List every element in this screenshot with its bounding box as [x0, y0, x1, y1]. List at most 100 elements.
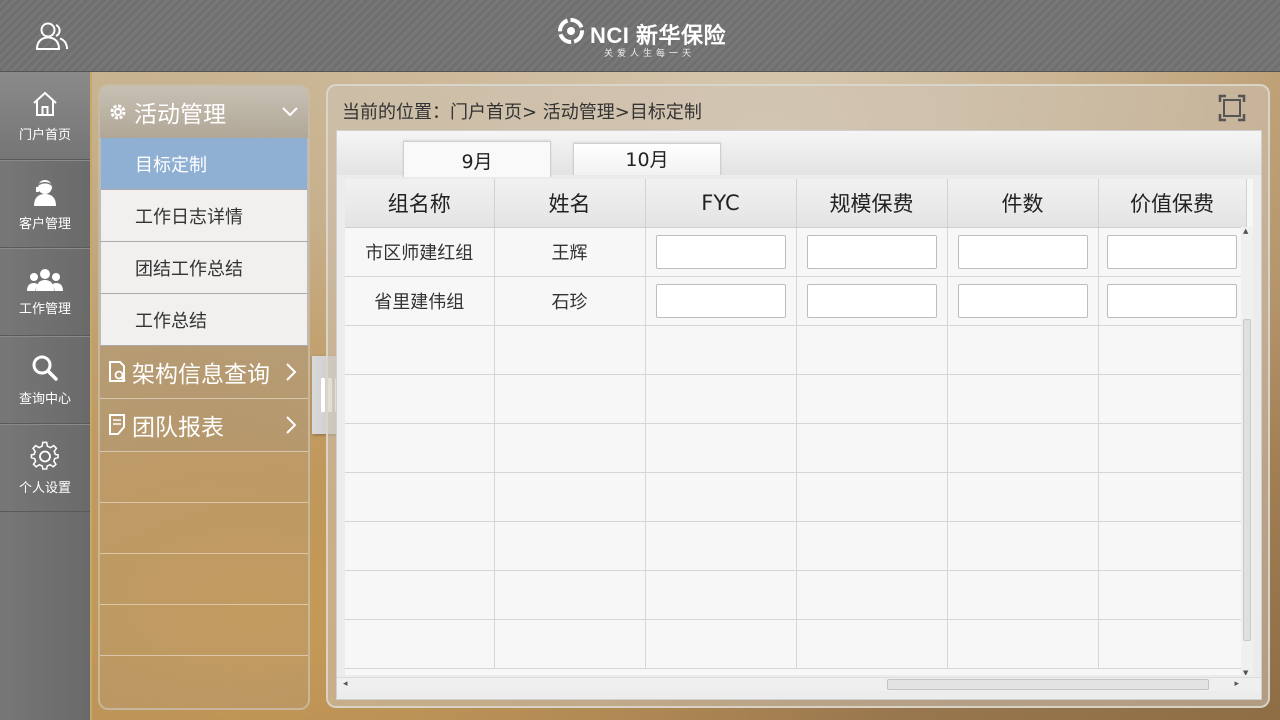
menu-section-team-report[interactable]: 团队报表	[100, 399, 308, 452]
scale-premium-cell	[796, 227, 948, 277]
person-name-cell: 石珍	[494, 276, 646, 326]
horizontal-scroll-thumb[interactable]	[887, 679, 1209, 690]
group-name-cell: 市区师建红组	[345, 227, 495, 277]
table-header-row: 组名称 姓名 FYC 规模保费 件数 价值保费	[345, 179, 1247, 228]
nav-label: 个人设置	[18, 480, 71, 496]
empty-cell	[345, 423, 495, 473]
fyc-cell	[645, 227, 797, 277]
empty-row	[345, 374, 1247, 424]
submenu-item-summary[interactable]: 工作总结	[100, 294, 308, 346]
scroll-up-arrow-icon[interactable]: ▲	[1243, 227, 1248, 235]
empty-cell	[645, 521, 797, 571]
company-logo: NCI 新华保险 关爱人生每一天	[556, 14, 736, 60]
empty-cell	[494, 423, 646, 473]
submenu-item-team-summary[interactable]: 团结工作总结	[100, 242, 308, 294]
scroll-right-arrow-icon[interactable]: ▸	[1234, 679, 1239, 689]
document-search-icon	[109, 361, 126, 382]
chevron-down-icon	[282, 107, 298, 117]
horizontal-scrollbar[interactable]: ◂ ▸	[337, 677, 1261, 691]
fyc-input[interactable]	[655, 234, 786, 269]
empty-cell	[1098, 374, 1247, 424]
empty-cell	[645, 570, 797, 620]
empty-cell	[796, 521, 948, 571]
logo-slogan: 关爱人生每一天	[604, 49, 696, 59]
logo-mark-icon	[558, 18, 584, 44]
empty-cell	[645, 619, 797, 669]
content-area: 9月 10月 组名称 姓名 FYC 规模保费 件数 价值保费 市区师建红组 王辉…	[336, 130, 1262, 700]
nav-item-customer[interactable]: 客户管理	[0, 160, 90, 248]
empty-cell	[947, 521, 1099, 571]
empty-cell	[796, 570, 948, 620]
search-icon	[32, 355, 58, 381]
count-input[interactable]	[957, 283, 1088, 318]
empty-row	[345, 472, 1247, 522]
empty-cell	[645, 472, 797, 522]
value-premium-cell	[1098, 276, 1247, 326]
empty-cell	[947, 619, 1099, 669]
menu-section-label: 架构信息查询	[132, 362, 270, 388]
empty-cell	[345, 325, 495, 375]
empty-cell	[1098, 521, 1247, 571]
value-premium-input[interactable]	[1107, 234, 1237, 269]
home-icon	[33, 91, 57, 116]
nav-item-settings[interactable]: 个人设置	[0, 424, 90, 512]
vertical-scroll-thumb[interactable]	[1243, 319, 1251, 641]
empty-cell	[494, 472, 646, 522]
empty-cell	[345, 374, 495, 424]
empty-cell	[494, 325, 646, 375]
empty-cell	[1098, 619, 1247, 669]
user-profile-button[interactable]	[30, 18, 74, 54]
empty-row	[345, 521, 1247, 571]
group-name-cell: 省里建伟组	[345, 276, 495, 326]
nav-label: 工作管理	[18, 301, 71, 317]
column-header: 姓名	[494, 179, 646, 228]
menu-section-org-query[interactable]: 架构信息查询	[100, 346, 308, 399]
column-header: 组名称	[345, 179, 495, 228]
submenu-item-target[interactable]: 目标定制	[100, 138, 308, 190]
nav-item-home[interactable]: 门户首页	[0, 72, 90, 160]
team-icon	[27, 268, 63, 291]
empty-cell	[645, 374, 797, 424]
value-premium-input[interactable]	[1107, 283, 1237, 318]
nav-label: 客户管理	[18, 216, 71, 232]
menu-header-activity[interactable]: 活动管理	[100, 86, 308, 138]
empty-cell	[494, 374, 646, 424]
month-tabs: 9月 10月	[337, 131, 1261, 177]
submenu-item-worklog[interactable]: 工作日志详情	[100, 190, 308, 242]
column-header: 规模保费	[796, 179, 948, 228]
left-nav: 门户首页 客户管理 工作管理 查询中心 个人设置	[0, 72, 92, 720]
scale-premium-input[interactable]	[806, 283, 937, 318]
count-input[interactable]	[957, 234, 1088, 269]
empty-cell	[947, 423, 1099, 473]
value-premium-cell	[1098, 227, 1247, 277]
empty-cell	[796, 619, 948, 669]
menu-section-label: 团队报表	[132, 415, 224, 441]
scale-premium-cell	[796, 276, 948, 326]
chevron-right-icon	[286, 363, 297, 381]
table-row: 市区师建红组 王辉	[345, 227, 1247, 277]
vertical-scrollbar[interactable]: ▲ ▼	[1241, 227, 1253, 675]
menu-empty-row	[100, 503, 308, 554]
fyc-input[interactable]	[655, 283, 786, 318]
nav-item-work[interactable]: 工作管理	[0, 248, 90, 336]
gear-icon	[30, 441, 59, 470]
report-icon	[109, 414, 125, 435]
tab-september[interactable]: 9月	[403, 141, 551, 177]
scroll-left-arrow-icon[interactable]: ◂	[343, 679, 348, 689]
menu-header-label: 活动管理	[134, 102, 226, 128]
tab-october[interactable]: 10月	[573, 143, 721, 175]
target-grid: 组名称 姓名 FYC 规模保费 件数 价值保费 市区师建红组 王辉 省里建伟组 …	[345, 179, 1253, 675]
nav-label: 查询中心	[18, 391, 71, 407]
scroll-down-arrow-icon[interactable]: ▼	[1243, 669, 1248, 675]
empty-cell	[345, 521, 495, 571]
empty-cell	[345, 472, 495, 522]
scale-premium-input[interactable]	[806, 234, 937, 269]
empty-cell	[947, 472, 1099, 522]
nav-item-search[interactable]: 查询中心	[0, 336, 90, 424]
fullscreen-icon[interactable]	[1218, 94, 1246, 122]
empty-cell	[796, 423, 948, 473]
top-bar: NCI 新华保险 关爱人生每一天	[0, 0, 1280, 72]
count-cell	[947, 276, 1099, 326]
main-panel: 当前的位置：门户首页> 活动管理>目标定制 9月 10月 组名称 姓名 FYC …	[326, 84, 1270, 708]
empty-cell	[494, 570, 646, 620]
